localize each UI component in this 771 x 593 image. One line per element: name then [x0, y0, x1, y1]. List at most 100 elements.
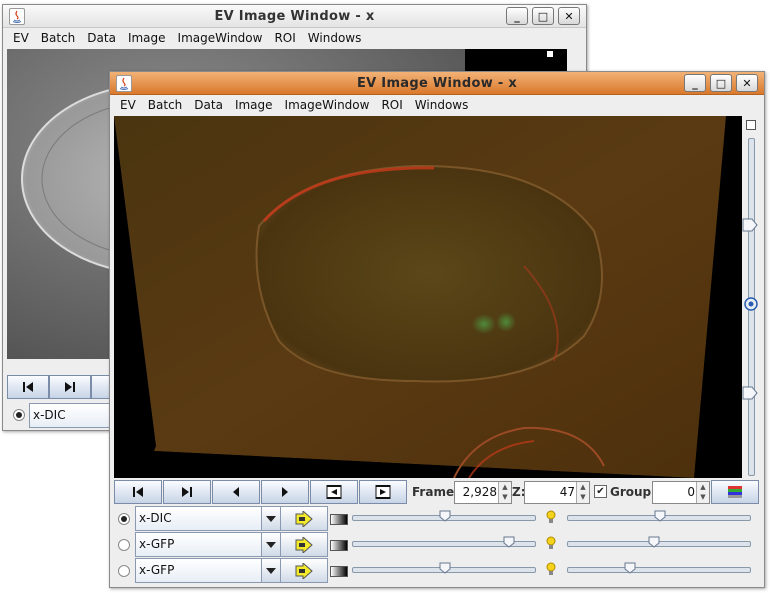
frame-label: Frame:: [412, 485, 459, 499]
slider-thumb-icon[interactable]: [624, 562, 636, 574]
maximize-icon: □: [537, 9, 549, 23]
back-channel-radio[interactable]: [13, 409, 25, 421]
slider-thumb-icon[interactable]: [439, 510, 451, 522]
channel-3-brightness-slider[interactable]: [567, 562, 751, 574]
channel-1-adjust-button[interactable]: [280, 506, 328, 531]
channel-row-2: x-GFP: [110, 532, 764, 557]
frame-value: 2,928: [462, 485, 497, 499]
film-back-icon: [326, 485, 342, 499]
color-bars-icon: [728, 486, 742, 498]
film-forward-icon: [375, 485, 391, 499]
menu-data[interactable]: Data: [188, 98, 229, 112]
gradient-swatch: [330, 514, 348, 525]
channel-2-select[interactable]: x-GFP: [135, 532, 281, 557]
maximize-icon: □: [715, 76, 727, 90]
menu-roi[interactable]: ROI: [268, 31, 301, 45]
chevron-down-icon: [261, 507, 280, 530]
slider-handle-center[interactable]: [744, 297, 758, 311]
last-frame-button[interactable]: [163, 480, 211, 504]
slider-thumb-icon[interactable]: [503, 536, 515, 548]
spinner-arrows-icon[interactable]: ▲ ▼: [696, 482, 709, 503]
slider-handle-upper[interactable]: [742, 218, 758, 232]
slider-thumb-icon[interactable]: [654, 510, 666, 522]
menu-batch[interactable]: Batch: [35, 31, 82, 45]
adjust-arrow-icon: [295, 562, 313, 579]
channel-row-3: x-GFP: [110, 558, 764, 583]
chevron-down-icon: [261, 533, 280, 556]
spinner-arrows-icon[interactable]: ▲ ▼: [498, 482, 511, 503]
channel-1-brightness-slider[interactable]: [567, 510, 751, 522]
prev-keyframe-button[interactable]: [310, 480, 358, 504]
front-image-canvas[interactable]: [114, 116, 742, 478]
menu-ev[interactable]: EV: [114, 98, 142, 112]
menu-batch[interactable]: Batch: [142, 98, 189, 112]
last-frame-button[interactable]: [49, 375, 91, 399]
channel-2-adjust-button[interactable]: [280, 532, 328, 557]
channel-2-contrast-slider[interactable]: [352, 536, 536, 548]
menu-image[interactable]: Image: [122, 31, 172, 45]
back-title-bar[interactable]: EV Image Window - x _ □ ✕: [3, 5, 586, 28]
channel-1-contrast-slider[interactable]: [352, 510, 536, 522]
java-app-icon: [116, 75, 132, 92]
menu-roi[interactable]: ROI: [375, 98, 408, 112]
channel-3-radio[interactable]: [118, 565, 130, 577]
skip-first-icon: [23, 382, 33, 392]
channel-1-name: x-DIC: [139, 511, 172, 525]
frame-nav-bar: Frame: 2,928 ▲ ▼ Z: 47 ▲ ▼ ✔ Group: 0 ▲ ▼: [114, 480, 759, 505]
menu-imagewindow[interactable]: ImageWindow: [279, 98, 376, 112]
menu-data[interactable]: Data: [81, 31, 122, 45]
slider-thumb-icon[interactable]: [648, 536, 660, 548]
maximize-button[interactable]: □: [710, 74, 732, 92]
channel-2-brightness-slider[interactable]: [567, 536, 751, 548]
minimize-button[interactable]: _: [684, 74, 706, 92]
z-spinner[interactable]: 47 ▲ ▼: [524, 481, 590, 504]
slider-handle-lower[interactable]: [742, 386, 758, 400]
lightbulb-icon: [546, 536, 556, 549]
color-settings-button[interactable]: [711, 480, 759, 504]
window-title: EV Image Window - x: [214, 8, 375, 24]
spinner-arrows-icon[interactable]: ▲ ▼: [576, 482, 589, 503]
front-menu-bar: EV Batch Data Image ImageWindow ROI Wind…: [110, 95, 764, 115]
group-spinner[interactable]: 0 ▲ ▼: [652, 481, 710, 504]
minimize-button[interactable]: _: [506, 7, 528, 25]
channel-1-radio[interactable]: [118, 513, 130, 525]
first-frame-button[interactable]: [7, 375, 49, 399]
checkmark-icon: ✔: [596, 486, 605, 497]
channel-3-adjust-button[interactable]: [280, 558, 328, 583]
front-image-window: EV Image Window - x _ □ ✕ EV Batch Data …: [109, 71, 765, 588]
menu-windows[interactable]: Windows: [302, 31, 368, 45]
channel-2-radio[interactable]: [118, 539, 130, 551]
channel-row-1: x-DIC: [110, 506, 764, 531]
slider-thumb-icon[interactable]: [439, 562, 451, 574]
group-value: 0: [687, 485, 695, 499]
front-title-bar[interactable]: EV Image Window - x _ □ ✕: [110, 72, 764, 95]
chevron-down-icon: [261, 559, 280, 582]
menu-ev[interactable]: EV: [7, 31, 35, 45]
gradient-swatch: [330, 540, 348, 551]
channel-1-select[interactable]: x-DIC: [135, 506, 281, 531]
z-value: 47: [559, 485, 575, 499]
close-button[interactable]: ✕: [736, 74, 758, 92]
window-title: EV Image Window - x: [356, 75, 518, 91]
menu-imagewindow[interactable]: ImageWindow: [172, 31, 269, 45]
group-checkbox[interactable]: ✔: [594, 485, 607, 498]
menu-windows[interactable]: Windows: [409, 98, 475, 112]
prev-frame-button[interactable]: [212, 480, 260, 504]
next-keyframe-button[interactable]: [359, 480, 407, 504]
next-frame-button[interactable]: [261, 480, 309, 504]
channel-3-contrast-slider[interactable]: [352, 562, 536, 574]
close-button[interactable]: ✕: [558, 7, 580, 25]
minimize-icon: _: [514, 9, 520, 23]
frame-spinner[interactable]: 2,928 ▲ ▼: [454, 481, 512, 504]
lightbulb-icon: [546, 510, 556, 523]
channel-3-select[interactable]: x-GFP: [135, 558, 281, 583]
minimize-icon: _: [692, 76, 698, 90]
back-channel-select[interactable]: x-DIC: [29, 403, 121, 428]
first-frame-button[interactable]: [114, 480, 162, 504]
maximize-button[interactable]: □: [532, 7, 554, 25]
skip-last-icon: [182, 487, 192, 497]
slider-top-marker: [746, 120, 756, 130]
step-back-icon: [233, 487, 239, 497]
menu-image[interactable]: Image: [229, 98, 279, 112]
skip-first-icon: [133, 487, 143, 497]
